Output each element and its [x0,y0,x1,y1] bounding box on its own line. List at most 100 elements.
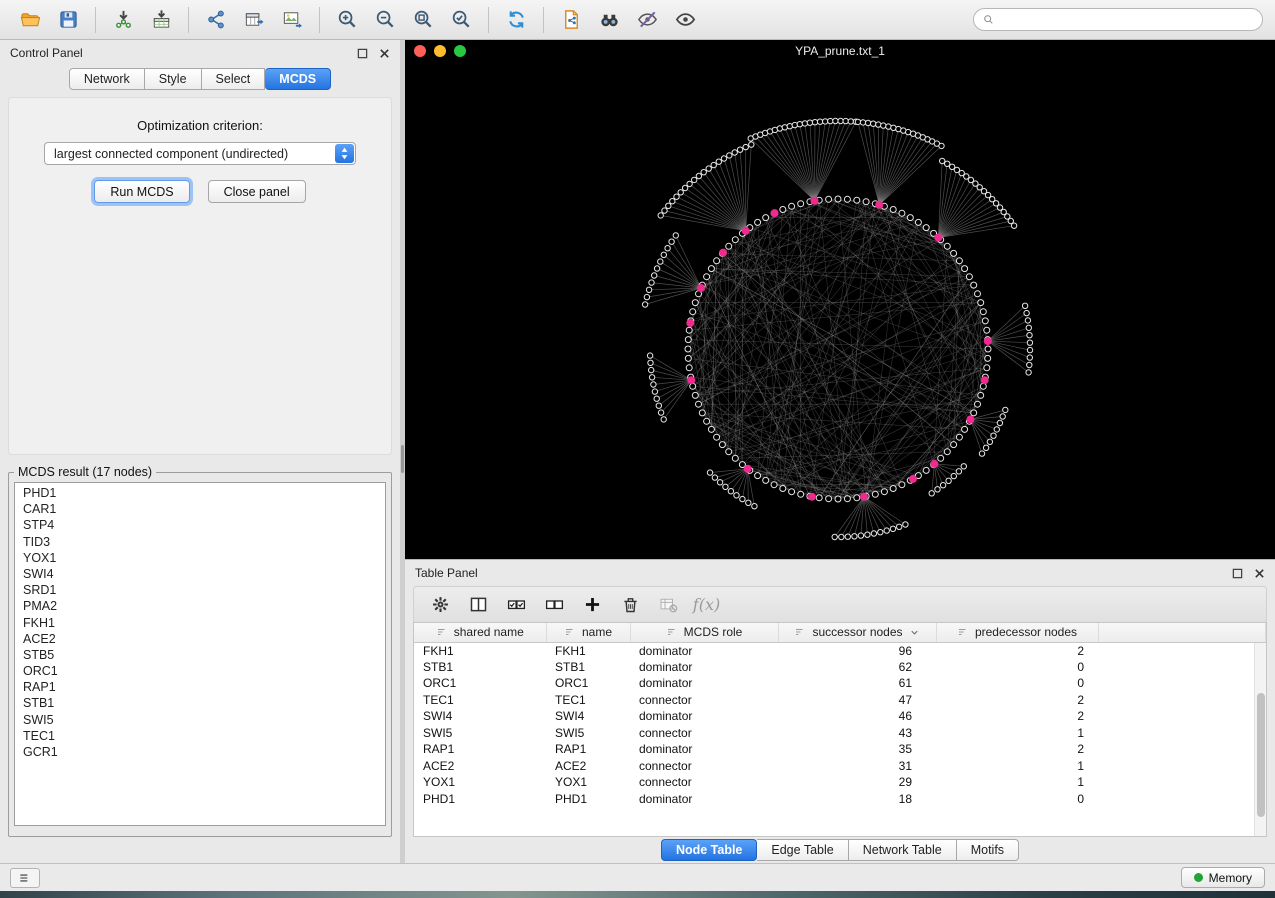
cell-predecessor-nodes[interactable]: 2 [936,741,1098,758]
cell-mcds-role[interactable]: dominator [630,642,778,659]
select-all-button[interactable] [500,590,533,620]
tab-network[interactable]: Network [69,68,145,90]
criterion-select[interactable]: largest connected component (undirected) [44,142,356,165]
import-table-button[interactable] [143,4,179,36]
cell-name[interactable]: STB1 [546,659,630,676]
memory-button[interactable]: Memory [1181,867,1265,888]
mcds-result-item[interactable]: PMA2 [15,598,385,614]
cell-predecessor-nodes[interactable]: 2 [936,692,1098,709]
mcds-result-item[interactable]: YOX1 [15,550,385,566]
mcds-result-item[interactable]: TEC1 [15,728,385,744]
mcds-result-item[interactable]: ACE2 [15,631,385,647]
cell-successor-nodes[interactable]: 18 [778,791,936,808]
zoom-out-button[interactable] [367,4,403,36]
column-header-mcds-role[interactable]: MCDS role [630,623,778,642]
cell-name[interactable]: YOX1 [546,774,630,791]
cell-predecessor-nodes[interactable]: 0 [936,675,1098,692]
cell-successor-nodes[interactable]: 43 [778,725,936,742]
cell-shared-name[interactable]: YOX1 [414,774,546,791]
close-panel-button[interactable]: Close panel [208,180,306,203]
cell-successor-nodes[interactable]: 35 [778,741,936,758]
tab-node-table[interactable]: Node Table [661,839,757,861]
cell-shared-name[interactable]: ORC1 [414,675,546,692]
panel-splitter[interactable] [400,40,405,863]
search-neighbors-button[interactable] [591,4,627,36]
cell-predecessor-nodes[interactable]: 0 [936,659,1098,676]
save-session-button[interactable] [50,4,86,36]
delete-row-button[interactable] [614,590,647,620]
hide-elements-button[interactable] [629,4,665,36]
close-table-panel-button[interactable] [1254,568,1265,579]
cell-shared-name[interactable]: PHD1 [414,791,546,808]
tab-network-table[interactable]: Network Table [849,839,957,861]
zoom-fit-button[interactable] [405,4,441,36]
cell-mcds-role[interactable]: dominator [630,659,778,676]
import-network-button[interactable] [105,4,141,36]
cell-mcds-role[interactable]: dominator [630,741,778,758]
cell-shared-name[interactable]: SWI5 [414,725,546,742]
table-scrollbar[interactable] [1254,643,1266,836]
cell-successor-nodes[interactable]: 62 [778,659,936,676]
cell-shared-name[interactable]: FKH1 [414,642,546,659]
network-canvas[interactable] [405,61,1275,559]
mcds-result-item[interactable]: FKH1 [15,615,385,631]
cell-predecessor-nodes[interactable]: 2 [936,708,1098,725]
panel-menu-button[interactable] [10,868,40,888]
mcds-result-item[interactable]: SWI5 [15,712,385,728]
zoom-in-button[interactable] [329,4,365,36]
mcds-result-item[interactable]: RAP1 [15,679,385,695]
splitter-grip[interactable] [401,445,404,473]
export-table-button[interactable] [236,4,272,36]
tab-style[interactable]: Style [145,68,202,90]
mcds-result-item[interactable]: CAR1 [15,501,385,517]
refresh-network-button[interactable] [498,4,534,36]
mcds-result-list[interactable]: PHD1CAR1STP4TID3YOX1SWI4SRD1PMA2FKH1ACE2… [14,482,386,826]
table-settings-button[interactable] [424,590,457,620]
cell-shared-name[interactable]: SWI4 [414,708,546,725]
cell-predecessor-nodes[interactable]: 0 [936,791,1098,808]
close-panel-x-button[interactable] [379,48,390,59]
open-session-button[interactable] [12,4,48,36]
cell-successor-nodes[interactable]: 31 [778,758,936,775]
cell-predecessor-nodes[interactable]: 2 [936,642,1098,659]
cell-successor-nodes[interactable]: 29 [778,774,936,791]
mcds-result-item[interactable]: STB5 [15,647,385,663]
cell-mcds-role[interactable]: dominator [630,708,778,725]
tab-edge-table[interactable]: Edge Table [757,839,848,861]
share-document-button[interactable] [553,4,589,36]
show-columns-button[interactable] [462,590,495,620]
zoom-selected-button[interactable] [443,4,479,36]
float-panel-button[interactable] [357,48,368,59]
deselect-all-button[interactable] [538,590,571,620]
mcds-result-item[interactable]: GCR1 [15,744,385,760]
mcds-result-item[interactable]: PHD1 [15,485,385,501]
cell-predecessor-nodes[interactable]: 1 [936,725,1098,742]
cell-mcds-role[interactable]: dominator [630,675,778,692]
mcds-result-item[interactable]: TID3 [15,534,385,550]
cell-mcds-role[interactable]: connector [630,725,778,742]
column-header-name[interactable]: name [546,623,630,642]
cell-mcds-role[interactable]: dominator [630,791,778,808]
mcds-result-item[interactable]: SRD1 [15,582,385,598]
column-header-shared-name[interactable]: shared name [414,623,546,642]
cell-name[interactable]: ORC1 [546,675,630,692]
mcds-result-item[interactable]: SWI4 [15,566,385,582]
cell-name[interactable]: SWI4 [546,708,630,725]
cell-mcds-role[interactable]: connector [630,692,778,709]
add-row-button[interactable] [576,590,609,620]
column-header-predecessor-nodes[interactable]: predecessor nodes [936,623,1098,642]
show-elements-button[interactable] [667,4,703,36]
cell-name[interactable]: FKH1 [546,642,630,659]
cell-name[interactable]: PHD1 [546,791,630,808]
cell-predecessor-nodes[interactable]: 1 [936,758,1098,775]
cell-shared-name[interactable]: TEC1 [414,692,546,709]
tab-motifs[interactable]: Motifs [957,839,1019,861]
export-image-button[interactable] [274,4,310,36]
window-close-button[interactable] [414,45,426,57]
scrollbar-thumb[interactable] [1257,693,1265,817]
tab-select[interactable]: Select [202,68,266,90]
mcds-result-item[interactable]: ORC1 [15,663,385,679]
cell-successor-nodes[interactable]: 96 [778,642,936,659]
search-input[interactable] [1000,13,1254,27]
cell-name[interactable]: ACE2 [546,758,630,775]
